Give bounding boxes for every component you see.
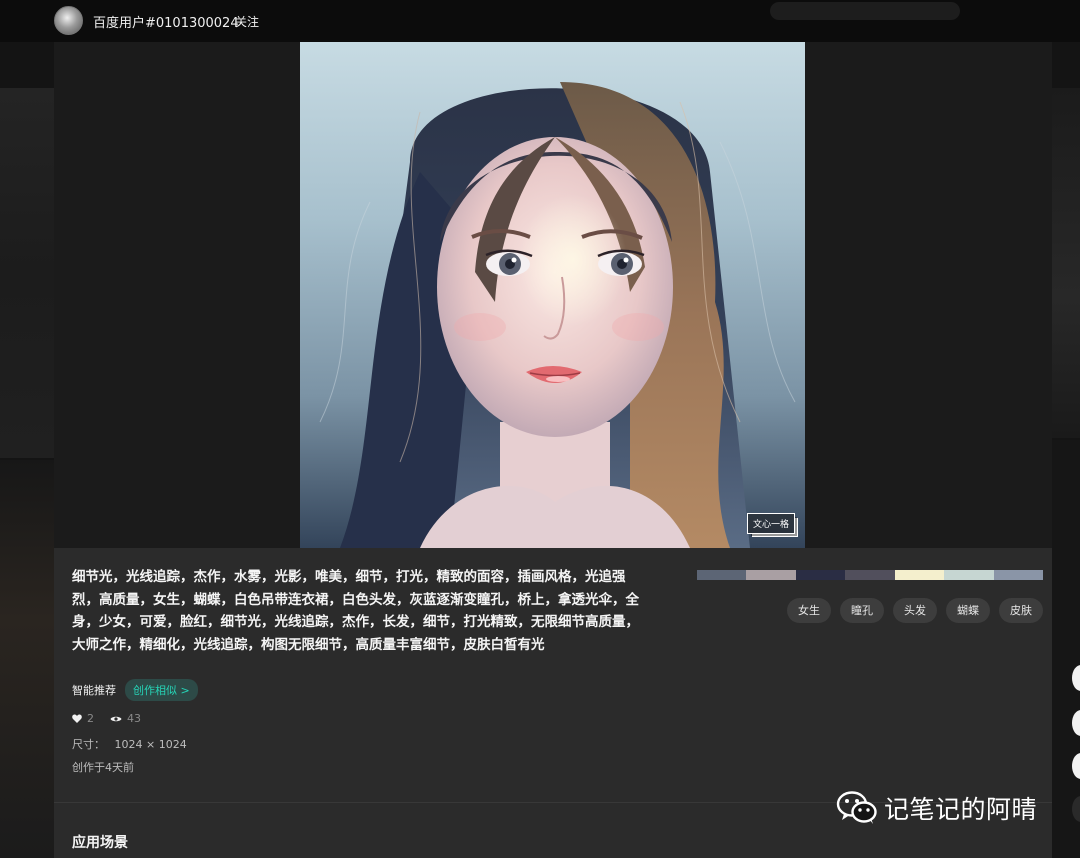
like-count: 2 — [87, 712, 94, 725]
background-search-box — [770, 2, 960, 20]
girl-portrait-illustration — [319, 82, 796, 548]
palette-swatch[interactable] — [697, 570, 747, 580]
image-size: 尺寸： 1024 × 1024 — [72, 736, 187, 752]
follow-button[interactable]: 关注 — [235, 13, 259, 30]
view-count: 43 — [127, 712, 141, 725]
tag-chip[interactable]: 头发 — [893, 598, 937, 623]
create-similar-button[interactable]: 创作相似 > — [125, 679, 198, 701]
size-value: 1024 × 1024 — [114, 738, 187, 751]
tag-list: 女生 瞳孔 头发 蝴蝶 皮肤 — [787, 598, 1043, 623]
stats-row: 2 43 — [72, 712, 141, 725]
tag-chip[interactable]: 皮肤 — [999, 598, 1043, 623]
palette-swatch[interactable] — [746, 570, 796, 580]
smart-recommend-label: 智能推荐 — [72, 684, 116, 697]
brand-watermark: 记笔记的阿晴 — [836, 790, 1037, 826]
brand-text: 记笔记的阿晴 — [884, 795, 1038, 824]
background-page-right — [1052, 88, 1080, 438]
username[interactable]: 百度用户#0101300024 — [93, 12, 239, 31]
prompt-text: 细节光，光线追踪，杰作，水雾，光影，唯美，细节，打光，精致的面容，插画风格，光追… — [72, 569, 639, 653]
created-time: 创作于4天前 — [72, 761, 134, 774]
palette-swatch[interactable] — [845, 570, 895, 580]
avatar[interactable] — [54, 6, 83, 35]
palette-swatch[interactable] — [894, 570, 945, 580]
palette-swatch[interactable] — [944, 570, 994, 580]
palette-swatch[interactable] — [795, 570, 846, 580]
background-page-right-lower — [1052, 440, 1080, 858]
tag-chip[interactable]: 瞳孔 — [840, 598, 884, 623]
background-page-left — [0, 88, 54, 458]
application-scenes-title: 应用场景 — [72, 835, 128, 851]
smart-recommend-row: 智能推荐 创作相似 > — [72, 679, 198, 701]
palette-swatch[interactable] — [993, 570, 1043, 580]
top-bar: 百度用户#0101300024 关注 — [0, 0, 1080, 42]
size-label: 尺寸： — [72, 738, 105, 751]
color-palette — [697, 570, 1043, 580]
ai-watermark: 文心一格 — [746, 513, 795, 534]
artwork-detail-card: 文心一格 细节光，光线追踪，杰作，水雾，光影，唯美，细节，打光，精致的面容，插画… — [54, 42, 1052, 858]
wechat-icon — [836, 791, 877, 824]
tag-chip[interactable]: 蝴蝶 — [946, 598, 990, 623]
artwork-image[interactable]: 文心一格 — [300, 42, 805, 548]
background-page-left-lower — [0, 460, 54, 858]
heart-icon[interactable] — [72, 714, 82, 723]
tag-chip[interactable]: 女生 — [787, 598, 831, 623]
image-viewer: 文心一格 — [54, 42, 1052, 548]
eye-icon — [110, 715, 122, 723]
